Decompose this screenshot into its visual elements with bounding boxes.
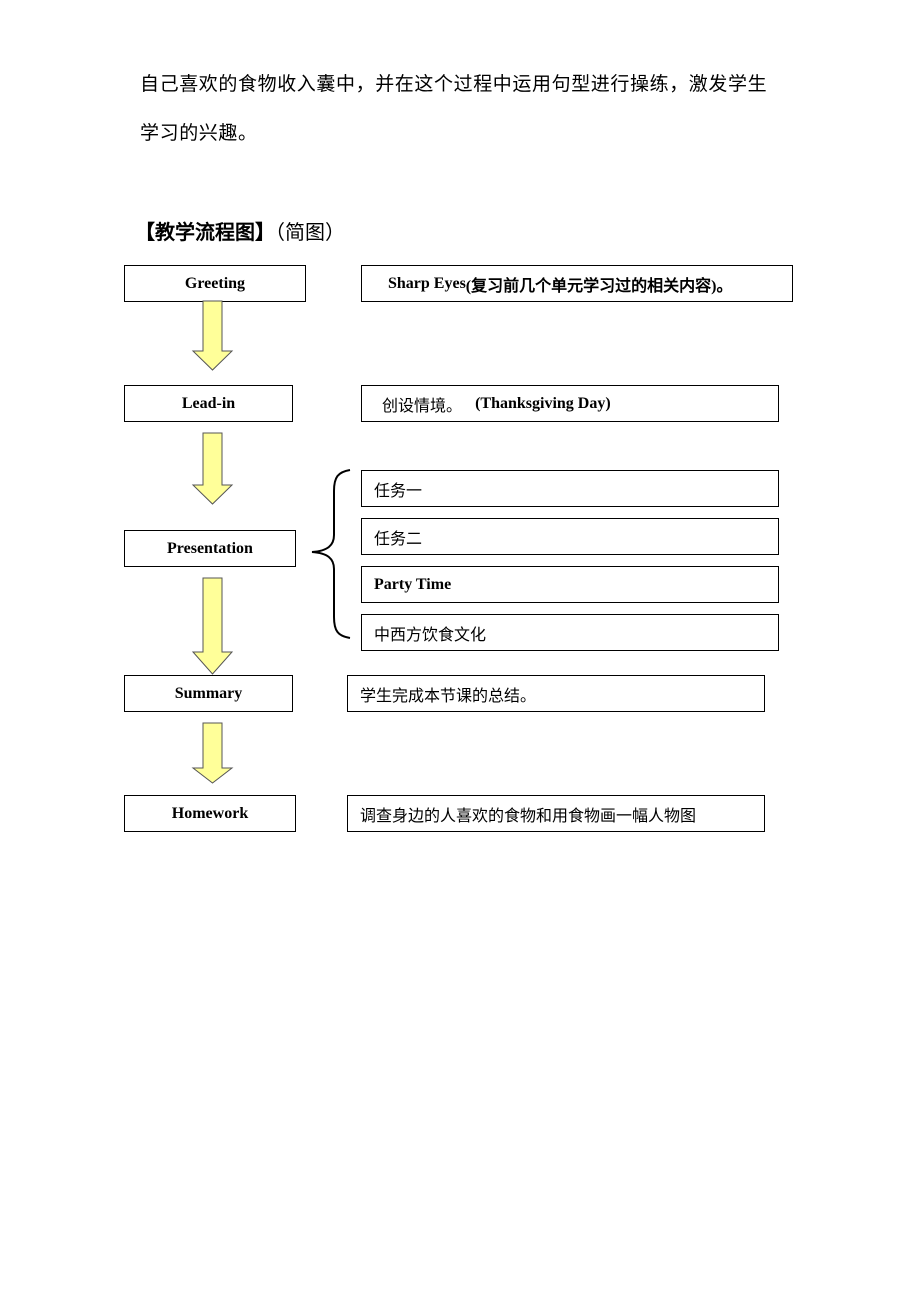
down-arrow-icon <box>191 432 234 505</box>
party-time-label: Party Time <box>374 575 452 593</box>
detail-lead-in-en: (Thanksgiving Day) <box>475 394 611 412</box>
down-arrow-icon <box>191 577 234 675</box>
detail-greeting: Sharp Eyes (复习前几个单元学习过的相关内容)。 <box>361 265 793 302</box>
detail-lead-in: 创设情境。 (Thanksgiving Day) <box>361 385 779 422</box>
brace-icon <box>311 469 351 639</box>
presentation-party-time: Party Time <box>361 566 779 603</box>
intro-paragraph-line-1: 自己喜欢的食物收入囊中，并在这个过程中运用句型进行操练，激发学生 <box>140 73 768 95</box>
step-presentation: Presentation <box>124 530 296 567</box>
detail-greeting-en: Sharp Eyes <box>388 274 466 292</box>
section-title: 【教学流程图】 <box>135 220 275 244</box>
section-heading: 【教学流程图】（简图） <box>135 216 345 245</box>
detail-greeting-zh: (复习前几个单元学习过的相关内容)。 <box>465 277 733 295</box>
step-lead-in: Lead-in <box>124 385 293 422</box>
step-summary: Summary <box>124 675 293 712</box>
detail-lead-in-zh: 创设情境。 <box>382 395 468 415</box>
section-title-note: （简图） <box>275 220 345 244</box>
step-greeting: Greeting <box>124 265 306 302</box>
intro-paragraph-line-2: 学习的兴趣。 <box>140 122 258 144</box>
step-homework: Homework <box>124 795 296 832</box>
detail-summary: 学生完成本节课的总结。 <box>347 675 765 712</box>
down-arrow-icon <box>191 722 234 784</box>
down-arrow-icon <box>191 300 234 371</box>
detail-homework: 调查身边的人喜欢的食物和用食物画一幅人物图 <box>347 795 765 832</box>
presentation-task-2: 任务二 <box>361 518 779 555</box>
presentation-task-1: 任务一 <box>361 470 779 507</box>
presentation-food-culture: 中西方饮食文化 <box>361 614 779 651</box>
